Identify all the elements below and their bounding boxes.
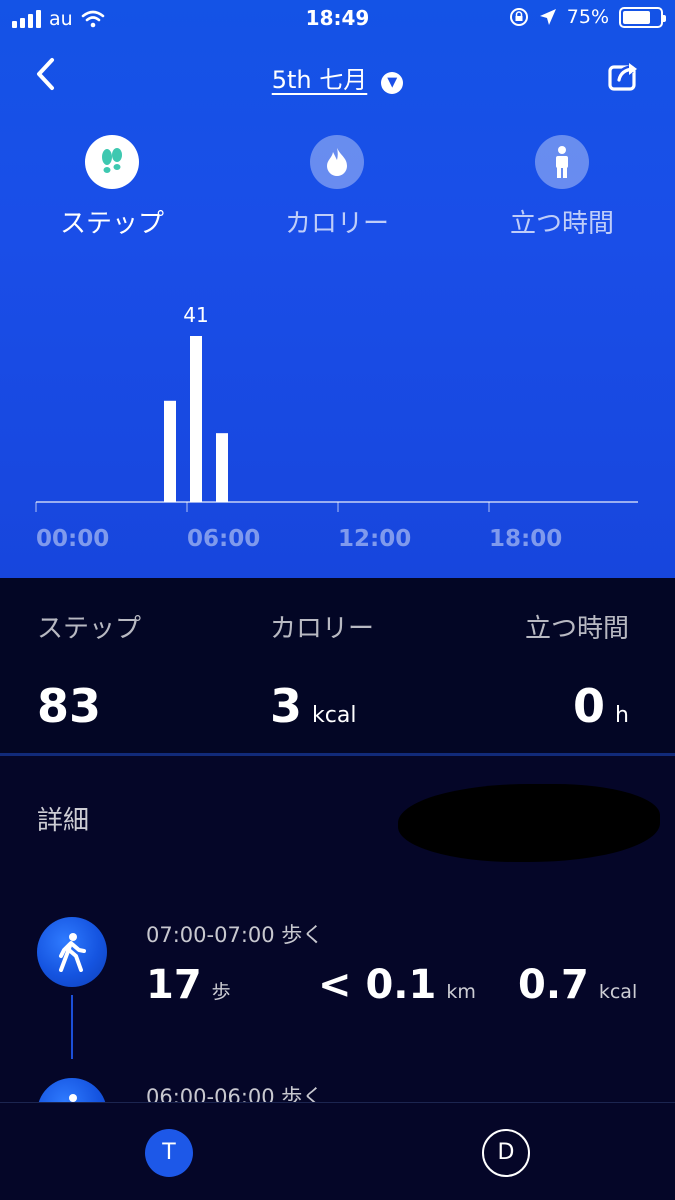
flame-icon xyxy=(310,135,364,189)
activity-calories: 0.7 xyxy=(518,962,589,1008)
redaction-mark xyxy=(398,784,660,862)
summary-label: 立つ時間 xyxy=(524,614,629,644)
walking-icon[interactable] xyxy=(37,917,107,987)
chart-bar xyxy=(164,400,176,502)
nav-d-button[interactable]: D xyxy=(482,1129,530,1177)
top-panel: au 18:49 75% 5th 七月 ▼ ステップ カロリー 立つ時間 00:… xyxy=(0,0,675,578)
chart-data-label: 41 xyxy=(183,303,208,327)
summary-panel: ステップ 83 カロリー 3 kcal 立つ時間 0h xyxy=(0,578,675,753)
distance-unit: km xyxy=(446,981,476,1003)
tab-label: ステップ xyxy=(59,209,164,239)
chart-bar xyxy=(190,336,202,502)
summary-value: 83 xyxy=(37,679,102,733)
chevron-down-icon[interactable]: ▼ xyxy=(381,72,404,94)
location-icon xyxy=(539,9,556,25)
activity-time: 07:00-07:00 歩く xyxy=(146,923,324,947)
summary-value: 0 xyxy=(573,679,606,733)
summary-value: 3 xyxy=(270,679,303,733)
rotation-lock-icon xyxy=(509,8,528,26)
chart-tick-label: 06:00 xyxy=(187,526,260,552)
standing-person-icon xyxy=(535,135,589,189)
summary-unit: kcal xyxy=(312,703,357,728)
summary-unit: h xyxy=(615,703,629,728)
summary-label: ステップ xyxy=(37,614,142,644)
timeline-connector xyxy=(71,995,73,1059)
chart-tick-label: 12:00 xyxy=(338,526,411,552)
chart-bar xyxy=(216,433,228,502)
divider xyxy=(0,753,675,756)
tab-stand-time[interactable]: 立つ時間 xyxy=(462,135,662,240)
activity-steps: 17 xyxy=(146,962,202,1008)
header: 5th 七月 ▼ xyxy=(0,48,675,108)
steps-unit: 歩 xyxy=(211,981,231,1003)
details-title: 詳細 xyxy=(37,806,90,836)
summary-steps: ステップ 83 xyxy=(37,608,141,733)
nav-t-button[interactable]: T xyxy=(145,1129,193,1177)
summary-label: カロリー xyxy=(270,614,375,644)
summary-calories: カロリー 3 kcal xyxy=(270,608,374,733)
steps-chart: 00:00 06:00 12:00 18:00 41 xyxy=(35,303,638,552)
footprints-icon xyxy=(85,135,139,189)
tab-label: 立つ時間 xyxy=(509,209,614,239)
chart-tick-label: 18:00 xyxy=(489,526,562,552)
calories-unit: kcal xyxy=(598,981,638,1003)
bottom-nav: T D xyxy=(0,1102,675,1200)
battery-icon xyxy=(619,6,666,28)
tab-label: カロリー xyxy=(284,209,389,239)
date-selector[interactable]: 5th 七月 xyxy=(272,66,368,94)
share-button[interactable] xyxy=(607,58,641,92)
tab-calories[interactable]: カロリー xyxy=(237,135,437,240)
chart-tick-label: 00:00 xyxy=(36,526,109,552)
tab-steps[interactable]: ステップ xyxy=(12,135,212,240)
activity-distance: < 0.1 xyxy=(318,962,437,1008)
status-bar: au 18:49 75% xyxy=(0,0,675,40)
summary-stand-time: 立つ時間 0h xyxy=(525,608,629,733)
battery-percent: 75% xyxy=(566,6,609,28)
